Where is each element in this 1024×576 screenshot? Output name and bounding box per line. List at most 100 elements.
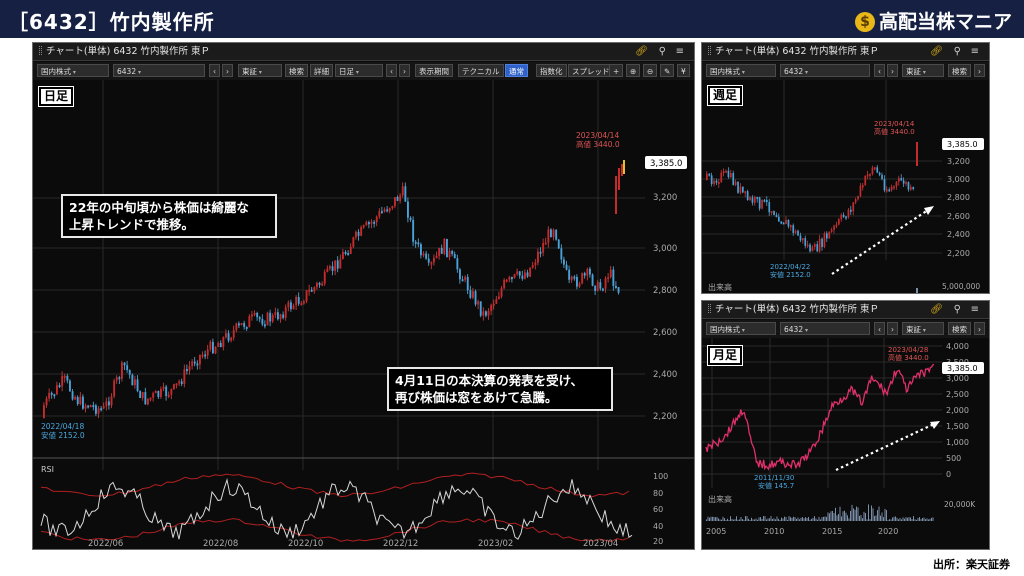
code-input[interactable]: 6432: [113, 64, 205, 77]
candle: [134, 379, 136, 386]
market-select[interactable]: 国内株式: [37, 64, 109, 77]
candle: [565, 264, 568, 270]
menu-icon[interactable]: ≡: [971, 43, 979, 61]
low-date: 2011/11/30: [754, 474, 794, 482]
exchange-select[interactable]: 東証: [902, 64, 944, 77]
candle: [905, 182, 907, 185]
exchange-select[interactable]: 東証: [902, 322, 944, 335]
next-code-button[interactable]: ›: [887, 322, 898, 335]
candle: [557, 239, 560, 249]
candle: [778, 216, 780, 222]
volume-bar: [742, 519, 743, 521]
candle: [443, 238, 446, 254]
spread-button[interactable]: スプレッド: [568, 64, 614, 77]
volume-label: 出来高: [708, 283, 732, 292]
price-tick: 2,500: [946, 390, 969, 399]
candle: [391, 206, 394, 209]
candle: [485, 311, 487, 316]
search-icon[interactable]: ⚲: [954, 43, 961, 61]
candle: [708, 173, 711, 176]
candle: [869, 173, 871, 176]
period-select[interactable]: 日足: [335, 64, 383, 77]
volume-bar: [758, 517, 760, 521]
next-period-button[interactable]: ›: [399, 64, 410, 77]
market-select[interactable]: 国内株式: [706, 322, 776, 335]
code-input[interactable]: 6432: [780, 64, 870, 77]
link-icon[interactable]: 🔗︎: [635, 43, 648, 61]
daily-chart-svg[interactable]: 3,200 3,000 2,800 2,600 2,400 2,200 3,38…: [33, 80, 694, 549]
candle: [225, 333, 227, 338]
prev-code-button[interactable]: ‹: [874, 64, 885, 77]
next-code-button[interactable]: ›: [222, 64, 233, 77]
market-select[interactable]: 国内株式: [706, 64, 776, 77]
prev-period-button[interactable]: ‹: [386, 64, 397, 77]
daily-plot-area[interactable]: 3,200 3,000 2,800 2,600 2,400 2,200 3,38…: [33, 80, 694, 549]
candle: [329, 266, 331, 269]
edit-icon[interactable]: ✎: [660, 64, 675, 77]
volume-bar: [724, 518, 725, 521]
candle: [542, 242, 545, 253]
candle: [352, 237, 355, 247]
more-button[interactable]: ›: [974, 64, 985, 77]
volume-bar: [710, 516, 712, 521]
weekly-chart-svg[interactable]: 3,200 3,000 2,800 2,600 2,400 2,200 3,38…: [702, 80, 989, 315]
exchange-select[interactable]: 東証: [238, 64, 282, 77]
menu-icon[interactable]: ≡: [676, 43, 684, 61]
candle: [758, 197, 761, 209]
link-icon[interactable]: 🔗︎: [930, 301, 943, 319]
candle: [149, 397, 152, 400]
candle: [316, 282, 318, 288]
more-button[interactable]: ›: [974, 322, 985, 335]
candle: [498, 296, 500, 300]
technical-button[interactable]: テクニカル: [458, 64, 504, 77]
volume-bar: [787, 519, 788, 521]
normal-mode-button[interactable]: 通常: [505, 64, 528, 77]
candle: [173, 384, 175, 389]
prev-code-button[interactable]: ‹: [874, 322, 885, 335]
volume-bar: [823, 516, 824, 521]
volume-bar: [907, 517, 908, 521]
daily-window-header[interactable]: チャート(単体) 6432 竹内製作所 東Ｐ 🔗︎ ⚲ ≡: [33, 43, 694, 61]
candle: [144, 392, 147, 405]
zoom-in-icon[interactable]: ⊕: [626, 64, 641, 77]
search-icon[interactable]: ⚲: [954, 301, 961, 319]
display-period-button[interactable]: 表示期間: [415, 64, 453, 77]
search-button[interactable]: 検索: [948, 322, 971, 335]
volume-bar: [838, 514, 839, 521]
volume-bar: [745, 516, 746, 521]
link-icon[interactable]: 🔗︎: [930, 43, 943, 61]
next-code-button[interactable]: ›: [887, 64, 898, 77]
high-label: 高値 3440.0: [874, 127, 915, 136]
monthly-window-header[interactable]: チャート(単体) 6432 竹内製作所 東Ｐ 🔗︎ ⚲ ≡: [702, 301, 989, 319]
weekly-window-header[interactable]: チャート(単体) 6432 竹内製作所 東Ｐ 🔗︎ ⚲ ≡: [702, 43, 989, 61]
candle: [131, 374, 134, 386]
crosshair-icon[interactable]: +: [609, 64, 624, 77]
monthly-chart-svg[interactable]: 4,000 3,500 3,000 2,500 2,000 1,500 1,00…: [702, 338, 989, 549]
search-icon[interactable]: ⚲: [659, 43, 666, 61]
detail-button[interactable]: 詳細: [310, 64, 333, 77]
candle: [160, 388, 162, 397]
candle: [539, 251, 542, 254]
candle: [271, 314, 274, 322]
zoom-out-icon[interactable]: ⊖: [643, 64, 658, 77]
search-button[interactable]: 検索: [285, 64, 308, 77]
volume-bar: [932, 517, 934, 521]
volume-bar: [887, 519, 889, 521]
menu-icon[interactable]: ≡: [971, 301, 979, 319]
candle: [253, 312, 256, 315]
candle: [900, 178, 903, 181]
weekly-plot-area[interactable]: 3,200 3,000 2,800 2,600 2,400 2,200 3,38…: [702, 80, 989, 315]
candle: [50, 392, 53, 395]
candle: [552, 229, 555, 238]
yen-icon[interactable]: ¥: [677, 64, 690, 77]
price-tick: 3,000: [947, 175, 970, 184]
search-button[interactable]: 検索: [948, 64, 971, 77]
index-mode-button[interactable]: 指数化: [536, 64, 567, 77]
prev-code-button[interactable]: ‹: [209, 64, 220, 77]
candle: [718, 182, 720, 185]
code-input[interactable]: 6432: [780, 322, 870, 335]
candle: [768, 202, 771, 213]
candle: [261, 319, 264, 325]
volume-bar: [752, 519, 754, 521]
monthly-plot-area[interactable]: 4,000 3,500 3,000 2,500 2,000 1,500 1,00…: [702, 338, 989, 549]
